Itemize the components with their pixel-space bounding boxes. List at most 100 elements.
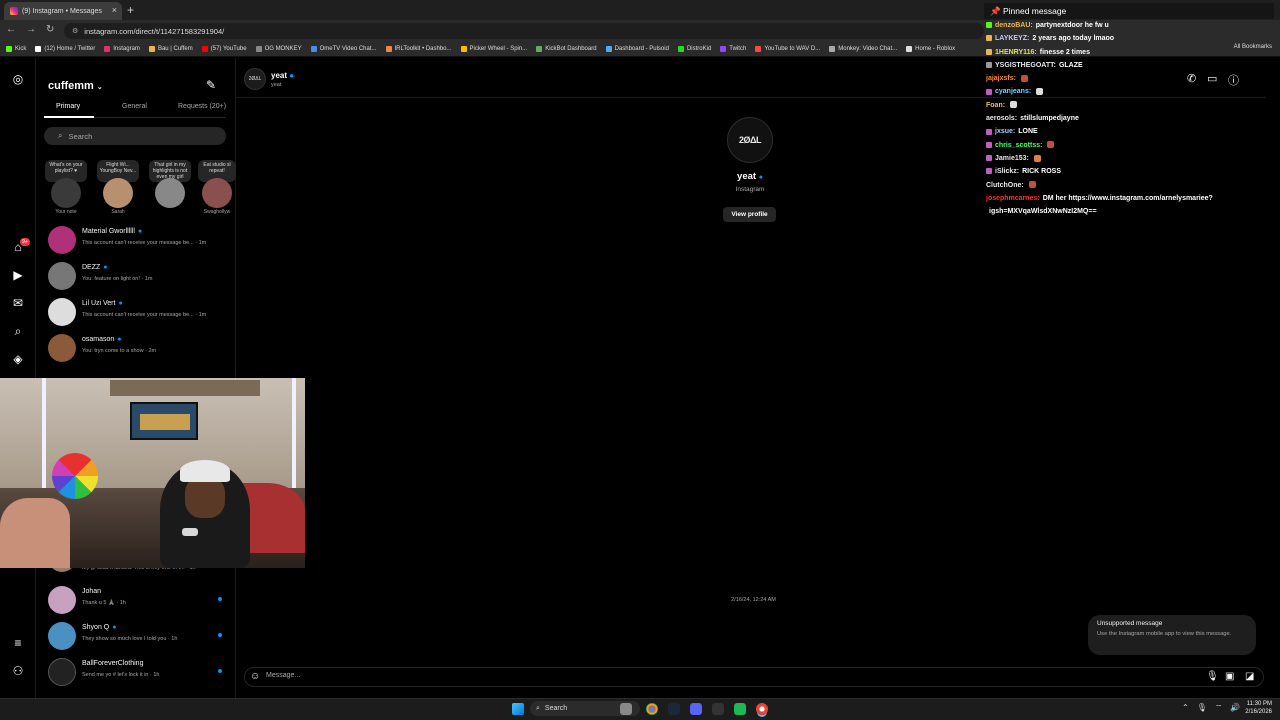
reels-icon[interactable]: ▶ xyxy=(11,268,25,282)
microphone-icon[interactable]: 🎙 xyxy=(1197,703,1207,713)
instagram-logo-icon[interactable]: ◎ xyxy=(11,72,25,86)
chat-username[interactable]: jajajxsfs: xyxy=(986,75,1016,82)
bookmark-item[interactable]: Instagram xyxy=(104,46,140,52)
back-icon[interactable]: ← xyxy=(6,24,16,35)
bookmark-item[interactable]: Dashboard - Pulsoid xyxy=(605,46,669,52)
chat-username[interactable]: ClutchOne: xyxy=(986,182,1024,189)
microphone-icon[interactable]: 🎙 xyxy=(1206,671,1219,682)
chat-username[interactable]: josephmcarnes: xyxy=(986,195,1040,202)
conversation-preview: You: feature on light on! · 1m xyxy=(82,276,153,282)
clock[interactable]: 11:30 PM 2/16/2026 xyxy=(1236,700,1272,716)
view-profile-button[interactable]: View profile xyxy=(723,207,776,222)
account-switcher[interactable]: cuffemm ⌄ xyxy=(48,80,103,92)
chat-username[interactable]: chris_scottss: xyxy=(995,142,1042,149)
chat-username[interactable]: iSlickz: xyxy=(995,168,1019,175)
search-icon: ⌕ xyxy=(58,131,63,140)
bookmark-item[interactable]: Kick xyxy=(6,46,26,52)
forward-icon[interactable]: → xyxy=(26,24,36,35)
bookmark-item[interactable]: KickBot Dashboard xyxy=(536,46,597,52)
windows-start-icon[interactable] xyxy=(512,703,524,715)
unsupported-message-bubble[interactable]: Unsupported message Use the Instagram mo… xyxy=(1088,615,1256,655)
bookmark-item[interactable]: Picker Wheel - Spin... xyxy=(460,46,527,52)
search-field[interactable]: ⌕ xyxy=(44,127,226,145)
bookmark-favicon-icon xyxy=(148,46,155,52)
bookmark-favicon-icon xyxy=(677,46,684,52)
bookmark-favicon-icon xyxy=(460,46,467,52)
conversation-item[interactable]: Shyon Q ● They show so much love I told yo… xyxy=(44,620,234,654)
chat-text: DM her https://www.instagram.com/arnelys… xyxy=(1042,194,1213,202)
chat-username[interactable]: aerosols: xyxy=(986,115,1017,122)
messenger-icon[interactable]: ✉ xyxy=(11,296,25,310)
profile-avatar[interactable]: 2ØΔL xyxy=(727,117,773,163)
chrome-icon[interactable] xyxy=(646,703,658,715)
avatar xyxy=(48,226,76,254)
tab-requests[interactable]: Requests (20+) xyxy=(178,103,226,110)
conversation-item[interactable]: Johan Thank u 5 🙏🏽 · 1h xyxy=(44,584,234,618)
note-item[interactable]: What's on your playlist? ♥ Your note xyxy=(45,160,87,215)
note-item[interactable]: Flight Wi... YoungBoy Nev... Sarah xyxy=(97,160,139,215)
tab-primary[interactable]: Primary xyxy=(56,103,80,110)
bookmark-item[interactable]: (12) Home / Twitter xyxy=(35,46,95,52)
close-tab-icon[interactable]: × xyxy=(112,5,117,15)
chat-username[interactable]: jxsue: xyxy=(995,128,1015,135)
emoji-icon[interactable]: ☺ xyxy=(250,671,260,682)
app-icon[interactable] xyxy=(734,703,746,715)
message-input[interactable] xyxy=(266,672,666,679)
chat-username[interactable]: denzoBAU: xyxy=(995,22,1033,29)
search-input[interactable] xyxy=(68,131,209,141)
chat-scrollbar[interactable] xyxy=(1266,98,1272,658)
meta-apps-icon[interactable]: ⚇ xyxy=(11,664,25,678)
discord-icon[interactable] xyxy=(690,703,702,715)
steam-icon[interactable] xyxy=(668,703,680,715)
tab-general[interactable]: General xyxy=(122,103,147,110)
bookmark-item[interactable]: DistroKid xyxy=(677,46,711,52)
chat-username[interactable]: cyanjeans: xyxy=(995,88,1031,95)
conversation-item[interactable]: Material Gworllllll ● This account can't r… xyxy=(44,224,234,258)
network-icon[interactable]: ⌔ xyxy=(1215,703,1223,713)
chat-text: 2 years ago today lmaoo xyxy=(1032,35,1115,43)
compose-icon[interactable]: ✎ xyxy=(206,78,216,92)
bookmark-item[interactable]: Monkey: Video Chat... xyxy=(829,46,897,52)
note-item[interactable]: That girl in my highlights is not even m… xyxy=(149,160,191,209)
chat-username[interactable]: 1HENRY116: xyxy=(995,49,1037,56)
bookmark-item[interactable]: Home - Roblox xyxy=(906,46,955,52)
user-badge-icon xyxy=(986,128,992,135)
user-badge-icon xyxy=(986,168,992,175)
tab-selected-indicator xyxy=(44,116,94,118)
chat-avatar[interactable]: 2ØΔL xyxy=(244,68,266,90)
chrome-active-icon[interactable] xyxy=(756,703,768,715)
conversation-item[interactable]: Lil Uzi Vert ● This account can't receive … xyxy=(44,296,234,330)
chat-username[interactable]: Foan: xyxy=(986,102,1005,109)
bookmark-label: Twitch xyxy=(729,46,747,52)
search-icon[interactable]: ⌕ xyxy=(11,324,25,338)
chat-username[interactable]: Jamie153: xyxy=(995,155,1029,162)
reload-icon[interactable]: ↻ xyxy=(46,24,54,35)
conversation-item[interactable]: osamason ● You: tryn come to a show · 2m xyxy=(44,332,234,366)
chevron-up-icon[interactable]: ⌃ xyxy=(1182,703,1189,713)
new-tab-icon[interactable]: + xyxy=(127,3,134,17)
site-info-icon[interactable]: ⚙ xyxy=(72,27,78,35)
bookmark-item[interactable]: Twitch xyxy=(720,46,746,52)
chat-message: Foan: xyxy=(986,99,1266,112)
chat-username[interactable]: YSGISTHEGOATT: xyxy=(995,62,1056,69)
obs-icon[interactable] xyxy=(712,703,724,715)
note-item[interactable]: Eat studio sl repeat! Swaghollyw xyxy=(198,160,236,215)
chat-header-name[interactable]: yeat ● xyxy=(271,71,294,80)
explore-icon[interactable]: ◈ xyxy=(11,352,25,366)
address-bar[interactable]: ⚙ instagram.com/direct/t/114271583291904… xyxy=(64,23,984,39)
bookmark-item[interactable]: OmeTV Video Chat... xyxy=(310,46,377,52)
bookmark-item[interactable]: Bau | Cuffem xyxy=(148,46,193,52)
bookmark-item[interactable]: IRLToolkit • Dashbo... xyxy=(385,46,452,52)
chat-username[interactable]: LAYKEYZ: xyxy=(995,35,1029,42)
more-menu-icon[interactable]: ≡ xyxy=(11,636,25,650)
bookmark-item[interactable]: (57) YouTube xyxy=(201,46,247,52)
browser-tab[interactable]: (9) Instagram • Messages × xyxy=(4,2,122,20)
conversation-item[interactable]: BallForeverClothing Send me yo # let's lo… xyxy=(44,656,234,690)
chat-message: aerosols: stillslumpedjayne xyxy=(986,112,1266,125)
image-upload-icon[interactable]: ▣ xyxy=(1225,671,1234,682)
bookmark-item[interactable]: OG MONKEY xyxy=(255,46,302,52)
bookmark-item[interactable]: YouTube to WAV D... xyxy=(755,46,820,52)
conversation-item[interactable]: DEZZ ● You: feature on light on! · 1m xyxy=(44,260,234,294)
taskview-icon[interactable] xyxy=(620,703,632,715)
sticker-icon[interactable]: ◪ xyxy=(1245,671,1254,682)
